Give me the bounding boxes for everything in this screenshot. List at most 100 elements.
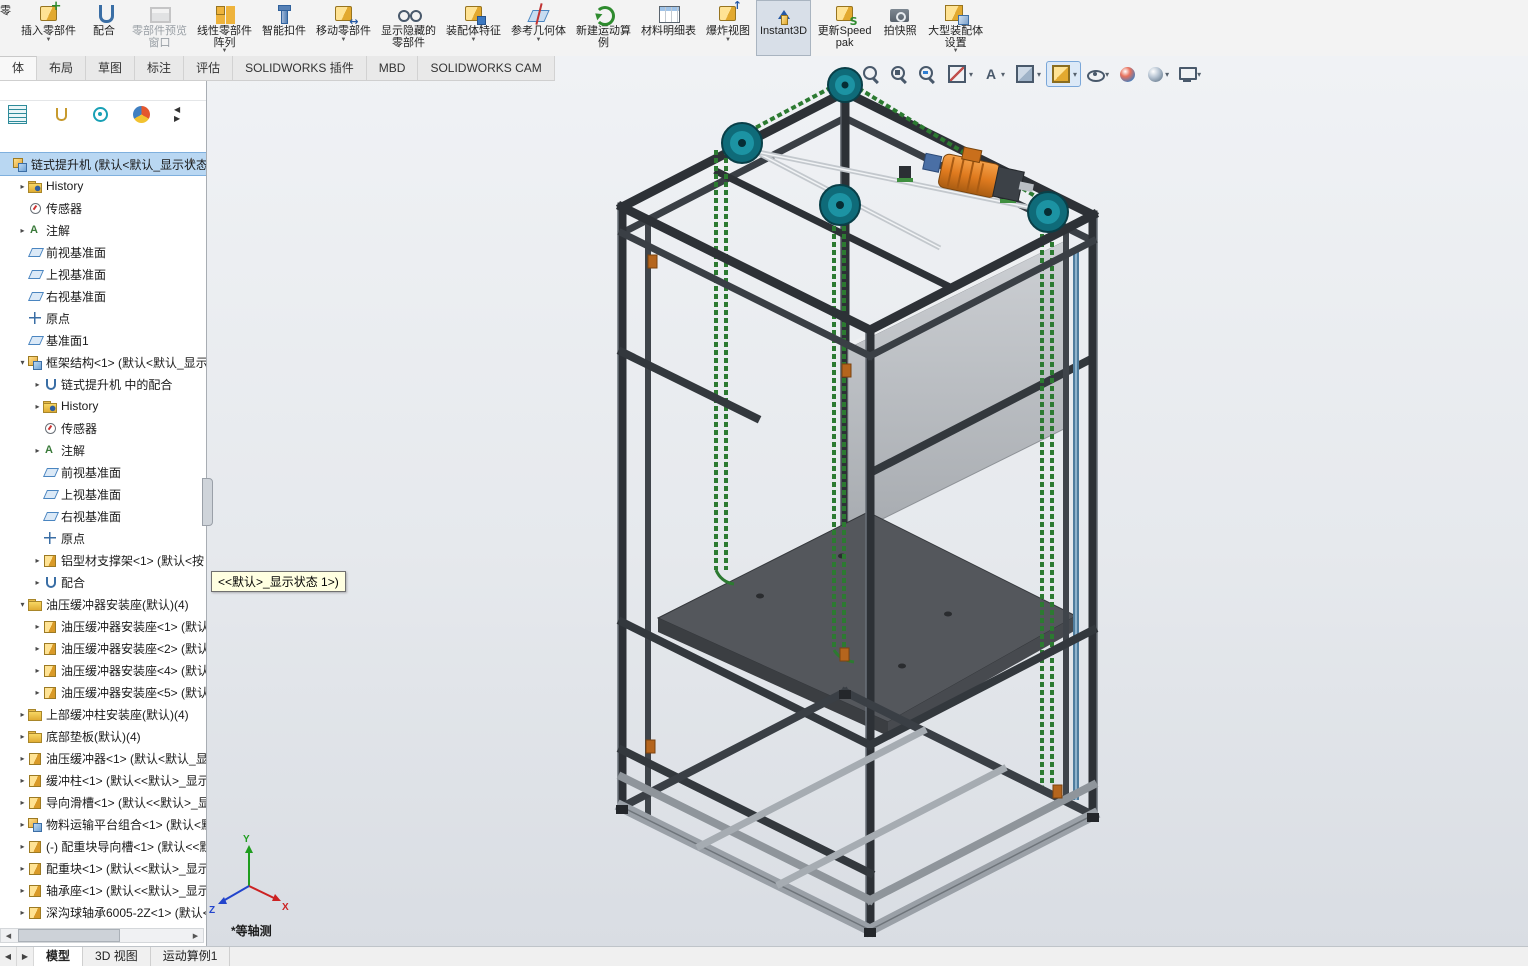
dropdown-arrow-icon[interactable]: ▾	[1165, 70, 1169, 79]
headsup-button[interactable]: ▾	[1142, 61, 1173, 87]
tree-item[interactable]: ▸ History	[0, 175, 206, 197]
tree-item[interactable]: ▸ 缓冲柱<1> (默认<<默认>_显示	[0, 769, 206, 791]
expand-arrow-icon[interactable]: ▸	[32, 402, 43, 411]
headsup-button[interactable]	[1114, 61, 1141, 87]
expand-arrow-icon[interactable]: ▸	[32, 446, 43, 455]
dropdown-arrow-icon[interactable]: ▾	[1037, 70, 1041, 79]
ribbon-button[interactable]: 线性零部件阵列 ▼	[193, 0, 256, 56]
command-tab[interactable]: 评估	[184, 56, 234, 80]
dropdown-arrow-icon[interactable]: ▾	[969, 70, 973, 79]
expand-arrow-icon[interactable]: ▸	[17, 226, 28, 235]
tree-item[interactable]: ▸ 配重块<1> (默认<<默认>_显示	[0, 857, 206, 879]
tree-item[interactable]: ▸ 轴承座<1> (默认<<默认>_显示	[0, 879, 206, 901]
tree-item[interactable]: ▸ 铝型材支撑架<1> (默认<按	[0, 549, 206, 571]
document-tab[interactable]: 运动算例1	[151, 947, 231, 966]
panel-splitter-handle[interactable]	[202, 478, 213, 526]
command-tab[interactable]: SOLIDWORKS CAM	[418, 56, 555, 80]
expand-arrow-icon[interactable]: ▸	[17, 732, 28, 741]
expand-arrow-icon[interactable]: ▸	[32, 644, 43, 653]
dropdown-arrow-icon[interactable]: ▼	[725, 37, 731, 44]
tree-item[interactable]: ▸ 注解	[0, 439, 206, 461]
tree-item[interactable]: 右视基准面	[0, 285, 206, 307]
tree-item[interactable]: ▸ 链式提升机 中的配合	[0, 373, 206, 395]
expand-arrow-icon[interactable]: ▸	[17, 842, 28, 851]
expand-arrow-icon[interactable]: ▸	[17, 886, 28, 895]
tree-item[interactable]: 基准面1	[0, 329, 206, 351]
expand-arrow-icon[interactable]: ▸	[17, 864, 28, 873]
ribbon-button[interactable]: 移动零部件 ▼	[312, 0, 375, 56]
tree-item[interactable]: ▸ 注解	[0, 219, 206, 241]
tree-item[interactable]: 右视基准面	[0, 505, 206, 527]
tree-item[interactable]: ▸ 底部垫板(默认)(4)	[0, 725, 206, 747]
tree-item[interactable]: 上视基准面	[0, 483, 206, 505]
tree-item[interactable]: ▸ 油压缓冲器安装座<4> (默认	[0, 659, 206, 681]
scroll-left-icon[interactable]: ◀	[1, 932, 16, 940]
tree-item[interactable]: 前视基准面	[0, 461, 206, 483]
document-tab[interactable]: 模型	[34, 947, 84, 966]
command-tab[interactable]: 体	[0, 56, 38, 80]
ribbon-button[interactable]: 更新Speedpak	[813, 0, 876, 56]
command-tab[interactable]: MBD	[367, 56, 419, 80]
expand-arrow-icon[interactable]: ▾	[17, 358, 28, 367]
tree-item[interactable]: ▸ 油压缓冲器安装座<2> (默认	[0, 637, 206, 659]
dropdown-arrow-icon[interactable]: ▾	[1073, 70, 1077, 79]
dropdown-arrow-icon[interactable]: ▾	[1197, 70, 1201, 79]
tree-item[interactable]: 传感器	[0, 417, 206, 439]
tree-item[interactable]: 原点	[0, 307, 206, 329]
headsup-button[interactable]: ▾	[1010, 61, 1045, 87]
tree-item[interactable]: ▸ 深沟球轴承6005-2Z<1> (默认<	[0, 901, 206, 923]
ribbon-button[interactable]: 配合	[82, 0, 126, 56]
ribbon-button[interactable]: Instant3D	[756, 0, 812, 56]
headsup-button[interactable]: ▾	[1082, 61, 1113, 87]
headsup-button[interactable]	[914, 61, 941, 87]
ribbon-button[interactable]: 大型装配体设置 ▼	[924, 0, 987, 56]
expand-arrow-icon[interactable]: ▸	[17, 798, 28, 807]
manager-tab-icon[interactable]	[133, 105, 150, 123]
headsup-button[interactable]: ▾	[978, 61, 1009, 87]
command-tab[interactable]: 布局	[37, 56, 87, 80]
tree-item[interactable]: 上视基准面	[0, 263, 206, 285]
headsup-button[interactable]: ▾	[1046, 61, 1082, 87]
expand-arrow-icon[interactable]: ▸	[32, 380, 43, 389]
tree-item[interactable]: ▸ 导向滑槽<1> (默认<<默认>_显示	[0, 791, 206, 813]
tree-item[interactable]: ▸ 油压缓冲器安装座<1> (默认	[0, 615, 206, 637]
dropdown-arrow-icon[interactable]: ▾	[1001, 70, 1005, 79]
document-tab[interactable]: 3D 视图	[83, 947, 151, 966]
manager-tab-icon[interactable]	[92, 106, 109, 123]
headsup-button[interactable]	[858, 61, 885, 87]
ribbon-button[interactable]: 爆炸视图 ▼	[702, 0, 754, 56]
panel-nav-arrows[interactable]: ◀ ▶	[174, 105, 198, 123]
headsup-button[interactable]: ▾	[942, 61, 977, 87]
tree-scroll-up-icon[interactable]: ▴	[189, 154, 194, 165]
tree-item[interactable]: ▸ 油压缓冲器<1> (默认<默认_显示	[0, 747, 206, 769]
expand-arrow-icon[interactable]: ▸	[17, 820, 28, 829]
graphics-viewport[interactable]: ▾ ▾ ▾ ▾	[207, 56, 1528, 946]
tree-item[interactable]: ▸ 上部缓冲柱安装座(默认)(4)	[0, 703, 206, 725]
ribbon-button[interactable]: 参考几何体 ▼	[507, 0, 570, 56]
expand-arrow-icon[interactable]: ▸	[32, 556, 43, 565]
tree-item[interactable]: ▸ 物料运输平台组合<1> (默认<默认	[0, 813, 206, 835]
manager-tab-icon[interactable]	[8, 104, 27, 124]
ribbon-button[interactable]: 新建运动算例	[572, 0, 635, 56]
dropdown-arrow-icon[interactable]: ▼	[46, 37, 52, 44]
tree-item[interactable]: ▸ History	[0, 395, 206, 417]
ribbon-button[interactable]: 拍快照	[878, 0, 922, 56]
command-tab[interactable]: 草图	[86, 56, 136, 80]
dropdown-arrow-icon[interactable]: ▼	[471, 37, 477, 44]
tree-item[interactable]: 原点	[0, 527, 206, 549]
dropdown-arrow-icon[interactable]: ▼	[536, 37, 542, 44]
expand-arrow-icon[interactable]: ▸	[32, 688, 43, 697]
ribbon-button[interactable]: 材料明细表	[637, 0, 700, 56]
tree-item[interactable]: ▸ 配合	[0, 571, 206, 593]
tree-horizontal-scrollbar[interactable]: ◀ ▶	[0, 928, 204, 943]
tree-item[interactable]: ▸ 油压缓冲器安装座<5> (默认	[0, 681, 206, 703]
scrollbar-thumb[interactable]	[18, 929, 120, 942]
dropdown-arrow-icon[interactable]: ▼	[341, 37, 347, 44]
expand-arrow-icon[interactable]: ▸	[32, 578, 43, 587]
expand-arrow-icon[interactable]: ▸	[17, 710, 28, 719]
tree-item[interactable]: ▸ (-) 配重块导向槽<1> (默认<<默认	[0, 835, 206, 857]
sheet-nav-button[interactable]: ▶	[17, 947, 34, 966]
command-tab[interactable]: SOLIDWORKS 插件	[233, 56, 367, 80]
model-canvas[interactable]: Y X Z	[207, 56, 1528, 946]
ribbon-button[interactable]: 智能扣件	[258, 0, 310, 56]
